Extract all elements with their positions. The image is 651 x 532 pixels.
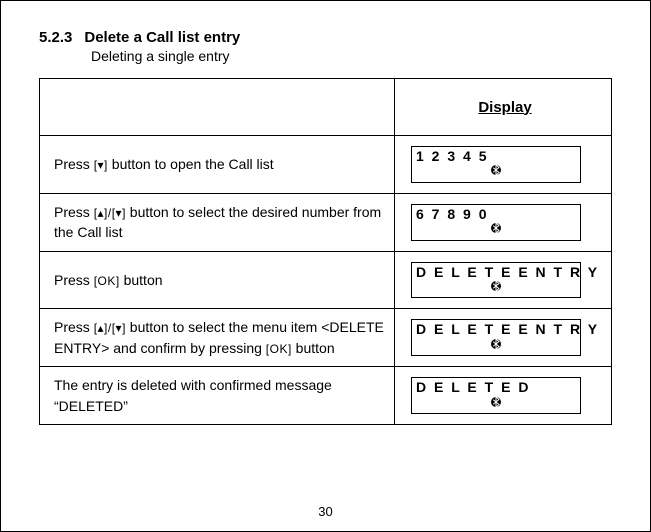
key-label: [▴]/[▾] <box>94 321 126 335</box>
key-label: [OK] <box>94 274 120 288</box>
table-header-blank <box>40 79 395 136</box>
display-cell: 1 2 3 4 5 <box>395 136 612 194</box>
instruction-cell: Press [OK] button <box>40 251 395 309</box>
lcd-display: 6 7 8 9 0 <box>411 204 581 241</box>
instruction-cell: The entry is deleted with confirmed mess… <box>40 367 395 425</box>
lcd-line2 <box>416 280 576 295</box>
section-number: 5.2.3 <box>39 29 72 46</box>
instruction-cell: Press [▾] button to open the Call list <box>40 136 395 194</box>
lcd-line1: D E L E T E E N T R Y <box>416 322 576 337</box>
bluetooth-icon <box>491 280 501 292</box>
lcd-line1: 1 2 3 4 5 <box>416 149 576 164</box>
lcd-line2 <box>416 164 576 179</box>
table-header-display: Display <box>395 79 612 136</box>
lcd-line1: 6 7 8 9 0 <box>416 207 576 222</box>
lcd-display: D E L E T E E N T R Y <box>411 319 581 356</box>
lcd-line1: D E L E T E D <box>416 380 576 395</box>
display-cell: 6 7 8 9 0 <box>395 193 612 251</box>
table-row: Press [OK] button D E L E T E E N T R Y <box>40 251 612 309</box>
bluetooth-icon <box>491 222 501 234</box>
display-cell: D E L E T E E N T R Y <box>395 251 612 309</box>
lcd-display: D E L E T E D <box>411 377 581 414</box>
table-row: Press [▴]/[▾] button to select the menu … <box>40 309 612 367</box>
page-number: 30 <box>1 504 650 519</box>
manual-page: 5.2.3 Delete a Call list entry Deleting … <box>0 0 651 532</box>
display-cell: D E L E T E D <box>395 367 612 425</box>
key-label: [OK] <box>266 342 292 356</box>
table-row: Press [▾] button to open the Call list 1 … <box>40 136 612 194</box>
bluetooth-icon <box>491 396 501 408</box>
lcd-line2 <box>416 222 576 237</box>
instruction-cell: Press [▴]/[▾] button to select the menu … <box>40 309 395 367</box>
lcd-display: 1 2 3 4 5 <box>411 146 581 183</box>
section-title: Delete a Call list entry <box>84 29 240 46</box>
lcd-line2 <box>416 338 576 353</box>
key-label: [▴]/[▾] <box>94 206 126 220</box>
bluetooth-icon <box>491 164 501 176</box>
instruction-cell: Press [▴]/[▾] button to select the desir… <box>40 193 395 251</box>
table-row: Press [▴]/[▾] button to select the desir… <box>40 193 612 251</box>
procedure-table: Display Press [▾] button to open the Cal… <box>39 78 612 425</box>
section-heading: 5.2.3 Delete a Call list entry <box>39 29 612 46</box>
key-label: [▾] <box>94 158 108 172</box>
lcd-line2 <box>416 396 576 411</box>
lcd-line1: D E L E T E E N T R Y <box>416 265 576 280</box>
display-cell: D E L E T E E N T R Y <box>395 309 612 367</box>
section-subtitle: Deleting a single entry <box>91 48 612 64</box>
lcd-display: D E L E T E E N T R Y <box>411 262 581 299</box>
bluetooth-icon <box>491 338 501 350</box>
table-row: The entry is deleted with confirmed mess… <box>40 367 612 425</box>
